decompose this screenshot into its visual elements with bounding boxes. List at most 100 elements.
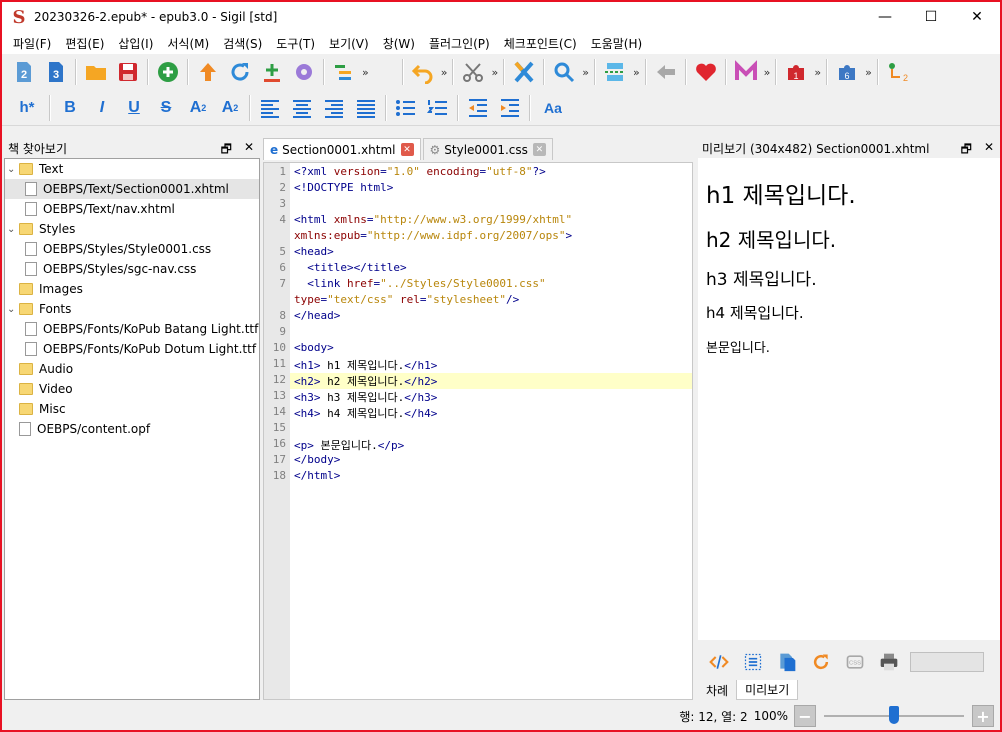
toolbar-overflow-icon[interactable]: » [764, 66, 771, 79]
refresh-icon[interactable] [226, 58, 254, 86]
zoom-slider[interactable] [824, 705, 964, 727]
menu-checkpoints[interactable]: 체크포인트(C) [497, 35, 584, 52]
tree-folder[interactable]: Images [5, 279, 259, 299]
tree-folder[interactable]: Video [5, 379, 259, 399]
tab-toc[interactable]: 차례 [698, 680, 736, 700]
menu-format[interactable]: 서식(M) [160, 35, 216, 52]
css-toggle-icon[interactable]: CSS [842, 649, 868, 675]
menu-view[interactable]: 보기(V) [322, 35, 376, 52]
maximize-button[interactable]: ☐ [908, 2, 954, 32]
indent-icon[interactable] [496, 94, 524, 122]
tab-preview[interactable]: 미리보기 [736, 680, 799, 700]
menu-tools[interactable]: 도구(T) [269, 35, 322, 52]
code-line[interactable]: 12 <h2> h2 제목입니다.</h2> [273, 373, 692, 389]
tree-file[interactable]: OEBPS/Text/nav.xhtml [5, 199, 259, 219]
cut-icon[interactable] [459, 58, 487, 86]
menu-help[interactable]: 도움말(H) [584, 35, 650, 52]
toc-icon[interactable] [330, 58, 358, 86]
code-line[interactable]: xmlns:epub="http://www.idpf.org/2007/ops… [290, 229, 692, 245]
plugin-6-icon[interactable]: 6 [833, 58, 861, 86]
arrow-up-icon[interactable] [194, 58, 222, 86]
subscript-button[interactable]: A2 [184, 94, 212, 122]
code-line[interactable]: 6 <title></title> [279, 261, 692, 277]
close-tab-icon[interactable]: ✕ [532, 143, 546, 156]
m-plugin-icon[interactable] [732, 58, 760, 86]
search-icon[interactable] [550, 58, 578, 86]
code-line[interactable]: 15 [273, 421, 692, 437]
save-icon[interactable] [114, 58, 142, 86]
code-line[interactable]: 17 </body> [273, 453, 692, 469]
align-left-icon[interactable] [256, 94, 284, 122]
italic-button[interactable]: I [88, 94, 116, 122]
numbered-list-icon[interactable] [424, 94, 452, 122]
code-line[interactable]: 16 <p> 본문입니다.</p> [273, 437, 692, 453]
heading-button[interactable]: h* [10, 94, 44, 122]
code-line[interactable]: 4 <html xmlns="http://www.w3.org/1999/xht… [279, 213, 692, 229]
text-case-button[interactable]: Aa [536, 94, 570, 122]
inspect-icon[interactable] [740, 649, 766, 675]
plugin-tree-icon[interactable]: 2 [884, 58, 912, 86]
tree-folder[interactable]: ⌄ Fonts [5, 299, 259, 319]
align-center-icon[interactable] [288, 94, 316, 122]
code-line[interactable]: 1 <?xml version="1.0" encoding="utf-8"?> [279, 165, 692, 181]
toolbar-overflow-icon[interactable]: » [362, 66, 369, 79]
tree-file[interactable]: OEBPS/Styles/sgc-nav.css [5, 259, 259, 279]
tree-folder[interactable]: ⌄ Styles [5, 219, 259, 239]
add-file-icon[interactable] [154, 58, 182, 86]
menu-edit[interactable]: 편집(E) [58, 35, 111, 52]
code-line[interactable]: 11 <h1> h1 제목입니다.</h1> [273, 357, 692, 373]
bullet-list-icon[interactable] [392, 94, 420, 122]
undo-icon[interactable] [409, 58, 437, 86]
align-justify-icon[interactable] [352, 94, 380, 122]
zoom-slider-thumb[interactable] [889, 706, 899, 724]
code-line[interactable]: 18 </html> [273, 469, 692, 485]
align-right-icon[interactable] [320, 94, 348, 122]
zoom-in-button[interactable]: + [972, 705, 994, 727]
epub3-icon[interactable]: 3 [42, 58, 70, 86]
strikethrough-button[interactable]: S [152, 94, 180, 122]
bold-button[interactable]: B [56, 94, 84, 122]
toolbar-overflow-icon[interactable]: » [582, 66, 589, 79]
open-folder-icon[interactable] [82, 58, 110, 86]
tree-folder[interactable]: Audio [5, 359, 259, 379]
code-line[interactable]: 8 </head> [279, 309, 692, 325]
code-line[interactable]: type="text/css" rel="stylesheet"/> [290, 293, 692, 309]
underline-button[interactable]: U [120, 94, 148, 122]
expand-caret-icon[interactable]: ⌄ [7, 224, 19, 235]
menu-plugins[interactable]: 플러그인(P) [422, 35, 497, 52]
toolbar-overflow-icon[interactable]: » [814, 66, 821, 79]
menu-window[interactable]: 창(W) [376, 35, 422, 52]
code-line[interactable]: 7 <link href="../Styles/Style0001.css" [279, 277, 692, 293]
menu-insert[interactable]: 삽입(I) [111, 35, 160, 52]
reload-icon[interactable] [808, 649, 834, 675]
tree-file[interactable]: OEBPS/Fonts/KoPub Dotum Light.ttf [5, 339, 259, 359]
epub2-icon[interactable]: 2 [10, 58, 38, 86]
code-line[interactable]: 2 <!DOCTYPE html> [279, 181, 692, 197]
heart-icon[interactable] [692, 58, 720, 86]
arrow-left-icon[interactable] [652, 58, 680, 86]
close-tab-icon[interactable]: ✕ [400, 143, 414, 156]
code-line[interactable]: 3 [279, 197, 692, 213]
tab-style0001[interactable]: ⚙ Style0001.css ✕ [422, 138, 553, 160]
tree-file[interactable]: OEBPS/Styles/Style0001.css [5, 239, 259, 259]
code-line[interactable]: 14 <h4> h4 제목입니다.</h4> [273, 405, 692, 421]
split-icon[interactable] [601, 58, 629, 86]
minimize-button[interactable]: — [862, 2, 908, 32]
code-area[interactable]: 1 <?xml version="1.0" encoding="utf-8"?> 2… [263, 162, 693, 700]
code-line[interactable]: 13 <h3> h3 제목입니다.</h3> [273, 389, 692, 405]
tree-file[interactable]: OEBPS/content.opf [5, 419, 259, 439]
xhtml-tool-icon[interactable] [510, 58, 538, 86]
copy-document-icon[interactable] [774, 649, 800, 675]
code-line[interactable]: 9 [279, 325, 692, 341]
plugin-1-icon[interactable]: 1 [782, 58, 810, 86]
zoom-out-button[interactable]: − [794, 705, 816, 727]
toolbar-overflow-icon[interactable]: » [491, 66, 498, 79]
outdent-icon[interactable] [464, 94, 492, 122]
toolbar-overflow-icon[interactable]: » [865, 66, 872, 79]
tree-file[interactable]: OEBPS/Text/Section0001.xhtml [5, 179, 259, 199]
code-view-icon[interactable] [706, 649, 732, 675]
tree-folder[interactable]: ⌄ Text [5, 159, 259, 179]
toolbar-overflow-icon[interactable]: » [633, 66, 640, 79]
tree-folder[interactable]: Misc [5, 399, 259, 419]
menu-file[interactable]: 파일(F) [6, 35, 58, 52]
